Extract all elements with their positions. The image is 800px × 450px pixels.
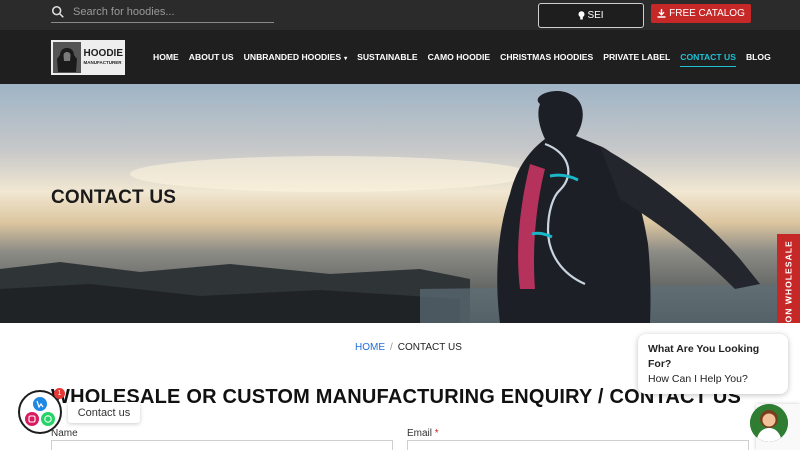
email-field[interactable] <box>407 440 749 450</box>
breadcrumb-separator: / <box>390 342 393 353</box>
chat-agent-avatar[interactable] <box>750 404 788 442</box>
logo-subtitle: MANUFACTURER <box>83 60 122 66</box>
search-bar <box>51 2 274 23</box>
page-title: CONTACT US <box>51 187 177 208</box>
hoodie-logo-icon <box>53 42 81 73</box>
nav-item-blog[interactable]: BLOG <box>746 52 771 62</box>
search-icon[interactable] <box>51 5 65 19</box>
required-mark: * <box>434 428 439 439</box>
chat-help-answer: How Can I Help You? <box>648 373 748 386</box>
send-button[interactable]: SEI <box>538 3 644 28</box>
chat-help-popup[interactable]: What Are You Looking For? How Can I Help… <box>638 334 788 394</box>
chat-help-question: What Are You Looking For? <box>648 343 760 370</box>
free-catalog-button[interactable]: FREE CATALOG <box>651 4 751 23</box>
breadcrumb-home-link[interactable]: HOME <box>355 342 385 353</box>
email-field-label: Email * <box>407 428 439 439</box>
nav-item-christmas-hoodies[interactable]: CHRISTMAS HOODIES <box>500 52 593 62</box>
nav-item-about-us[interactable]: ABOUT US <box>189 52 234 62</box>
nav-item-unbranded-hoodies[interactable]: UNBRANDED HOODIES ▾ <box>244 52 347 62</box>
wholesale-discount-label: GET 40% OFF ON WHOLESALE <box>783 240 794 323</box>
wholesale-discount-tab[interactable]: GET 40% OFF ON WHOLESALE <box>777 234 800 323</box>
main-navbar: HOODIE MANUFACTURER HOME ABOUT US UNBRAN… <box>0 30 800 84</box>
breadcrumb-current: CONTACT US <box>397 342 462 353</box>
email-label-text: Email <box>407 428 433 439</box>
lightbulb-icon <box>578 11 585 20</box>
main-nav: HOME ABOUT US UNBRANDED HOODIES ▾ SUSTAIN… <box>148 30 776 84</box>
nav-item-private-label[interactable]: PRIVATE LABEL <box>603 52 670 62</box>
name-field[interactable] <box>51 440 393 450</box>
free-catalog-label: FREE CATALOG <box>669 8 745 19</box>
nav-item-camo-hoodie[interactable]: CAMO HOODIE <box>428 52 491 62</box>
agent-avatar-icon <box>750 404 788 442</box>
nav-item-sustainable[interactable]: SUSTAINABLE <box>357 52 417 62</box>
breadcrumb: HOME / CONTACT US <box>355 342 462 353</box>
page: SEI FREE CATALOG HOODIE MANUFACTURER HOM… <box>0 0 800 450</box>
search-input[interactable] <box>73 6 263 18</box>
logo-title: HOODIE <box>83 48 123 60</box>
site-logo[interactable]: HOODIE MANUFACTURER <box>51 40 125 75</box>
contact-us-pill[interactable]: Contact us <box>68 402 140 423</box>
send-button-label: SEI <box>587 10 604 21</box>
download-icon <box>657 9 666 18</box>
chevron-down-icon: ▾ <box>344 56 348 62</box>
nav-item-unbranded-label: UNBRANDED HOODIES <box>243 52 342 62</box>
notification-badge: 1 <box>54 388 65 399</box>
section-title: WHOLESALE OR CUSTOM MANUFACTURING ENQUIR… <box>51 386 742 408</box>
nav-item-home[interactable]: HOME <box>153 52 179 62</box>
hero-banner: CONTACT US GET 40% OFF ON WHOLESALE <box>0 84 800 323</box>
nav-item-contact-us[interactable]: CONTACT US <box>680 52 736 67</box>
top-bar: SEI FREE CATALOG <box>0 0 800 30</box>
contact-channels-icon <box>25 397 55 426</box>
